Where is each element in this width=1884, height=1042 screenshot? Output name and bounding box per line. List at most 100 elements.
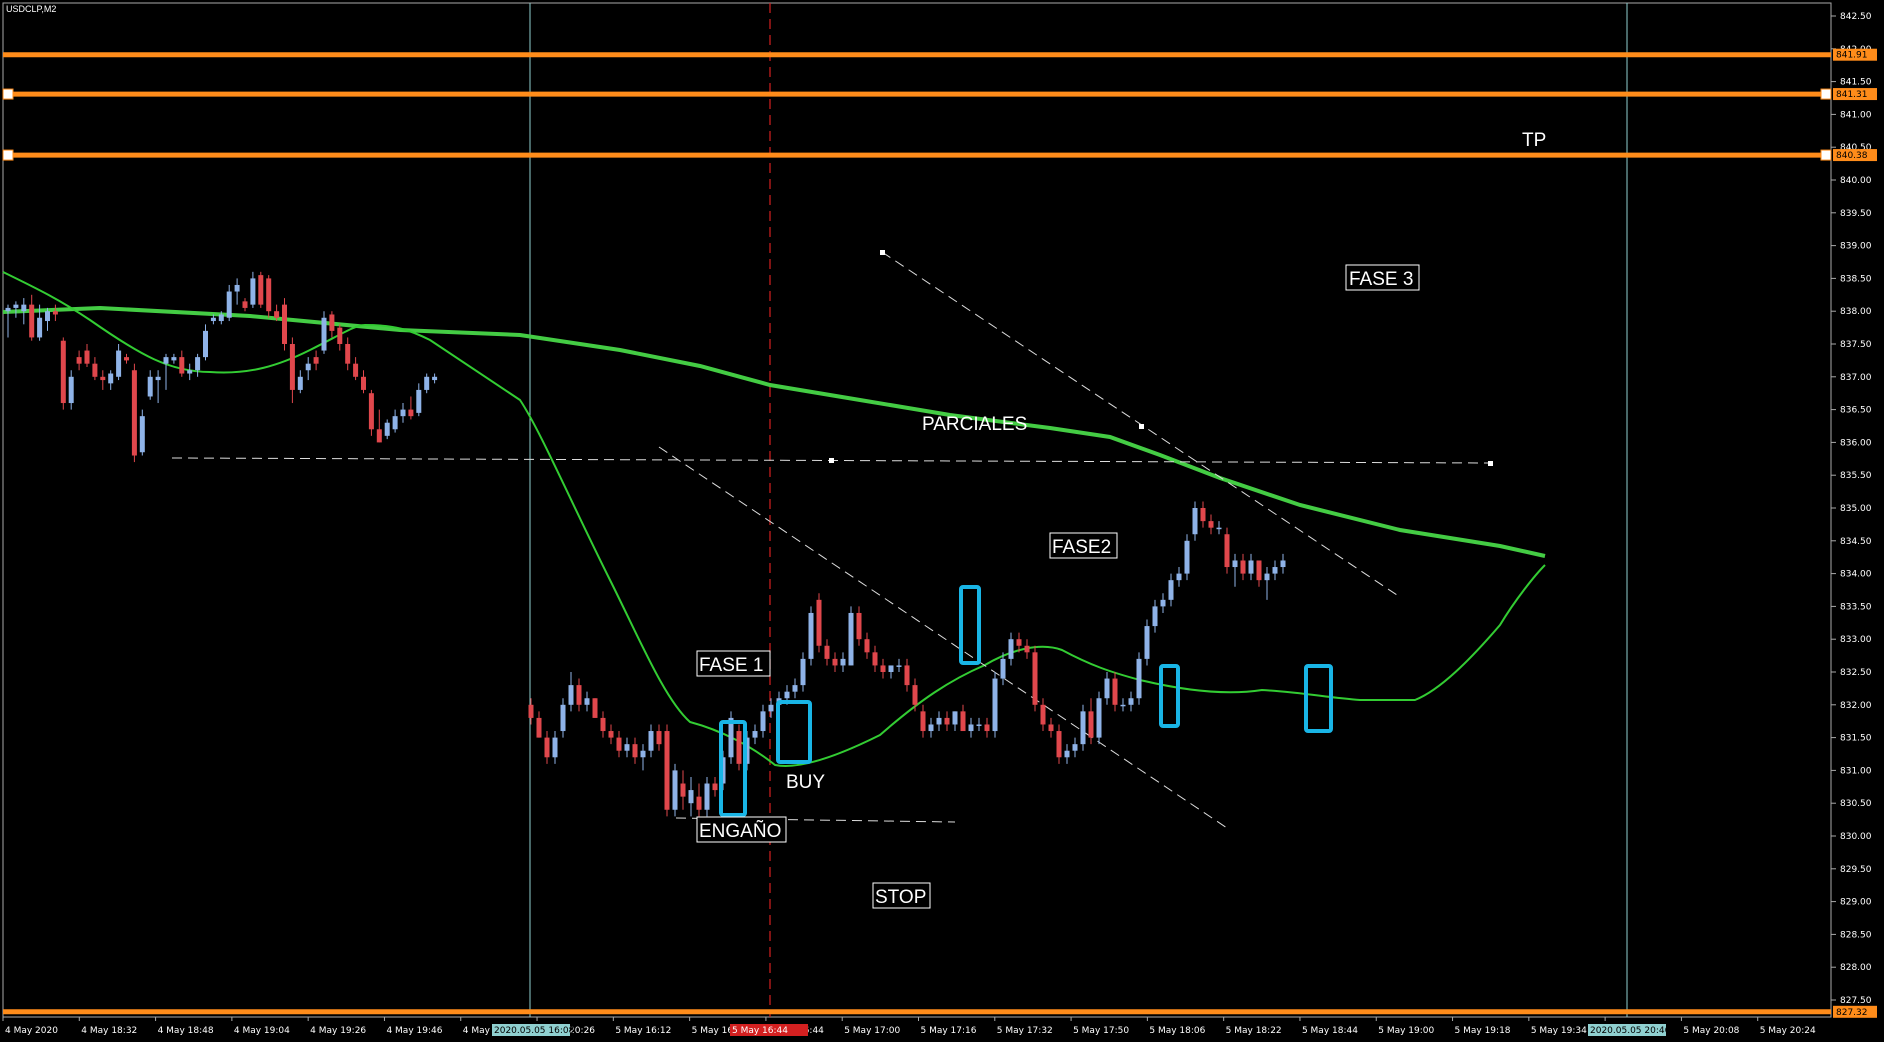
time-tick-label: 5 May 16:12 <box>615 1026 671 1036</box>
candle-body <box>600 717 606 732</box>
candle-body <box>242 301 248 308</box>
candle-body <box>560 704 566 732</box>
time-tick-label: 4 May 18:48 <box>158 1026 214 1036</box>
level-handle[interactable] <box>1820 88 1832 100</box>
candle-body <box>179 357 185 374</box>
candle-body <box>1008 639 1014 659</box>
level-handle[interactable] <box>2 149 14 161</box>
time-tick-label: 4 May 19:26 <box>310 1026 366 1036</box>
price-tick-label: 829.50 <box>1840 865 1872 875</box>
candle-body <box>840 658 846 666</box>
candle-body <box>274 311 280 318</box>
candle-body <box>800 658 806 686</box>
candle-body <box>904 665 910 686</box>
price-tick-label: 835.00 <box>1840 504 1872 514</box>
candle-body <box>984 724 990 732</box>
candle-body <box>384 422 390 436</box>
candle-body <box>1152 606 1158 627</box>
candle-body <box>1072 744 1078 751</box>
price-chart[interactable]: 842.50842.00841.50841.00840.50840.00839.… <box>0 0 1884 1042</box>
candle-body <box>896 665 902 667</box>
candle-body <box>321 317 327 351</box>
anchor-point[interactable] <box>1488 461 1493 466</box>
candle-body <box>1184 540 1190 574</box>
candle-body <box>1280 560 1286 568</box>
candle-body <box>880 665 886 672</box>
candle-body <box>936 717 942 725</box>
price-tick-label: 833.50 <box>1840 602 1872 612</box>
buy-label[interactable]: BUY <box>786 772 825 793</box>
candle-body <box>784 691 790 699</box>
fase3-label-box[interactable]: FASE 3 <box>1345 264 1420 291</box>
candle-body <box>992 678 998 732</box>
candle-body <box>1112 678 1118 705</box>
price-tick-label: 834.00 <box>1840 570 1872 580</box>
anchor-point[interactable] <box>1139 424 1144 429</box>
candle-body <box>408 409 414 417</box>
candle-body <box>760 711 766 732</box>
candle-body <box>968 724 974 732</box>
candle-body <box>608 731 614 738</box>
candle-body <box>576 685 582 705</box>
fase2-label: FASE2 <box>1052 537 1111 558</box>
time-tick-label: 5 May 17:32 <box>997 1026 1053 1036</box>
anchor-point[interactable] <box>880 250 885 255</box>
candle-body <box>289 344 295 390</box>
candle-body <box>258 275 264 305</box>
time-tick-label: 5 May 19:18 <box>1455 1026 1511 1036</box>
candle-body <box>345 344 351 364</box>
candle-body <box>704 783 710 810</box>
price-tick-label: 833.00 <box>1840 635 1872 645</box>
candle-body <box>155 376 161 381</box>
candle-body <box>1160 599 1166 607</box>
candle-body <box>131 370 137 456</box>
engano-label-box[interactable]: ENGAÑO <box>696 816 787 843</box>
candle-body <box>768 704 774 712</box>
candle-body <box>1136 658 1142 699</box>
candle-body <box>672 770 678 810</box>
time-tick-label: 4 May 2020 <box>5 1026 58 1036</box>
candle-body <box>282 304 287 344</box>
candle-body <box>203 330 208 358</box>
level-price-label: 841.91 <box>1836 51 1868 61</box>
time-tick-label: 5 May 20:08 <box>1683 1026 1739 1036</box>
candle-body <box>1256 560 1262 581</box>
level-handle[interactable] <box>2 88 14 100</box>
candle-body <box>210 317 216 322</box>
tp-label[interactable]: TP <box>1522 130 1546 151</box>
anchor-point[interactable] <box>829 458 834 463</box>
time-tick-label: 5 May 19:34 <box>1531 1026 1587 1036</box>
candle-body <box>976 724 982 726</box>
parciales-label[interactable]: PARCIALES <box>922 414 1027 435</box>
level-handle[interactable] <box>1820 149 1832 161</box>
candle-body <box>234 284 240 292</box>
candle-body <box>960 711 966 732</box>
candle-body <box>928 724 934 732</box>
candle-body <box>888 665 894 672</box>
candle-body <box>424 376 430 390</box>
candle-body <box>29 304 35 338</box>
fase2-label-box[interactable]: FASE2 <box>1049 532 1118 559</box>
price-tick-label: 837.50 <box>1840 340 1872 350</box>
fase1-label-box[interactable]: FASE 1 <box>696 650 771 677</box>
candle-body <box>1080 711 1086 745</box>
price-tick-label: 828.00 <box>1840 963 1872 973</box>
candle-body <box>1176 573 1182 581</box>
candle-body <box>688 790 694 804</box>
stop-label-box[interactable]: STOP <box>872 882 931 909</box>
candle-body <box>337 327 343 344</box>
candle-body <box>432 376 438 381</box>
candle-body <box>944 717 950 725</box>
price-tick-label: 830.50 <box>1840 799 1872 809</box>
price-tick-label: 836.50 <box>1840 406 1872 416</box>
candle-body <box>84 350 90 364</box>
candle-body <box>1192 508 1198 535</box>
candle-body <box>361 376 366 390</box>
price-tick-label: 834.50 <box>1840 537 1872 547</box>
candle-body <box>808 612 814 659</box>
candle-body <box>297 376 303 390</box>
time-tick-label: 5 May 17:50 <box>1073 1026 1129 1036</box>
candle-body <box>680 783 686 797</box>
time-tick-label: 5 May 18:06 <box>1149 1026 1205 1036</box>
price-tick-label: 828.50 <box>1840 930 1872 940</box>
